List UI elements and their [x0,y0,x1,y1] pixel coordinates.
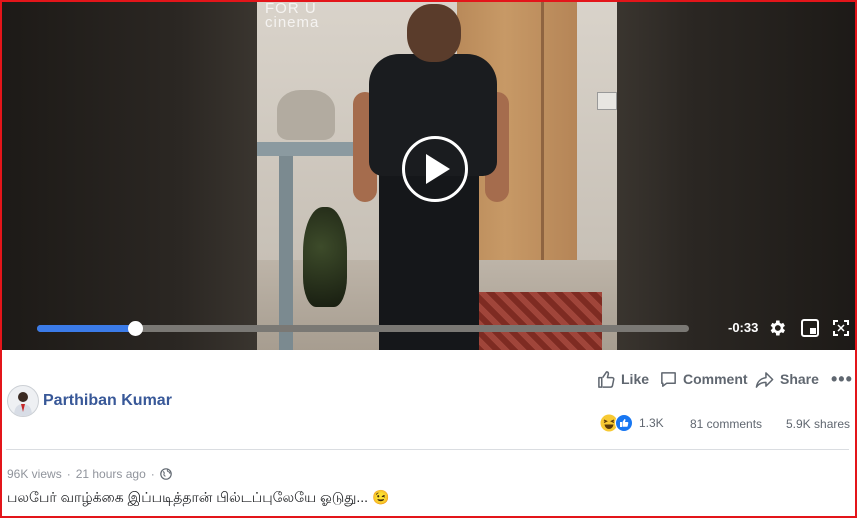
fullscreen-icon [833,320,849,336]
thumbs-up-icon [598,370,615,388]
video-player[interactable]: FOR U cinema -0:33 [2,2,855,350]
post-time[interactable]: 21 hours ago [76,467,146,481]
mini-player-icon [801,319,819,337]
post-meta: 96K views · 21 hours ago · [7,467,172,481]
divider [6,449,849,450]
reaction-count: 1.3K [639,416,664,430]
progress-bar[interactable] [37,321,689,336]
author-name[interactable]: Parthiban Kumar [43,392,172,410]
gear-icon [770,320,785,336]
share-label: Share [780,371,819,387]
author-avatar[interactable] [7,385,39,417]
video-letterbox-left [2,2,257,350]
shares-count[interactable]: 5.9K shares [786,417,850,431]
reactions-summary[interactable]: 1.3K [600,414,664,432]
progress-fill [37,325,135,332]
play-button[interactable] [402,136,468,202]
comment-icon [661,371,676,387]
comments-count[interactable]: 81 comments [690,417,762,431]
progress-scrubber[interactable] [127,321,143,336]
share-button[interactable]: Share [755,369,819,389]
share-icon [755,371,774,388]
mini-player-button[interactable] [799,317,821,339]
meta-separator: · [150,467,155,481]
like-label: Like [621,371,650,387]
video-watermark: FOR U cinema [265,2,320,31]
meta-separator: · [66,467,71,481]
fullscreen-button[interactable] [830,317,852,339]
post-caption: பலபேர் வாழ்க்கை இப்படித்தான் பில்டப்புலே… [7,489,390,505]
more-options-button[interactable]: ••• [831,369,853,390]
globe-icon [159,468,172,480]
time-remaining: -0:33 [728,320,759,335]
video-letterbox-right [617,2,855,350]
comment-button[interactable]: Comment [659,369,748,389]
like-reaction-icon [615,414,633,432]
settings-button[interactable] [766,317,788,339]
views-count: 96K views [7,467,62,481]
like-button[interactable]: Like [597,369,649,389]
comment-label: Comment [683,371,748,387]
play-icon [426,154,450,184]
